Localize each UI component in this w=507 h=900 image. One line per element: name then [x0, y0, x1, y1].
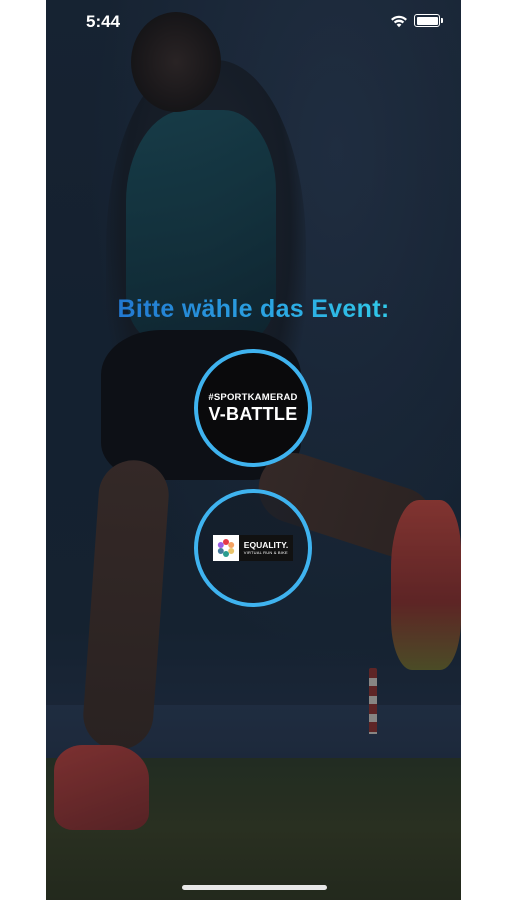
equality-logo: EQUALITY. VIRTUAL RUN & BIKE: [212, 535, 294, 561]
vbattle-logo: #SPORTKAMERAD V-BATTLE: [208, 393, 297, 424]
vbattle-tag: #SPORTKAMERAD: [208, 391, 298, 403]
vbattle-title: V-BATTLE: [208, 404, 298, 425]
wifi-icon: [391, 15, 407, 28]
event-vbattle-button[interactable]: #SPORTKAMERAD V-BATTLE: [194, 349, 312, 467]
battery-icon: [414, 14, 443, 27]
equality-wordmark: EQUALITY. VIRTUAL RUN & BIKE: [238, 535, 294, 561]
status-bar: 5:44: [46, 0, 461, 44]
home-indicator[interactable]: [182, 885, 327, 890]
status-time: 5:44: [86, 12, 121, 31]
event-equality-button[interactable]: EQUALITY. VIRTUAL RUN & BIKE: [194, 489, 312, 607]
equality-flower-icon: [212, 535, 239, 561]
equality-title: EQUALITY.: [243, 539, 289, 550]
app-screen: 5:44 Bitte wähle das Event: #SPORTKAMERA…: [46, 0, 461, 900]
page-title: Bitte wähle das Event:: [46, 295, 461, 324]
equality-subtitle: VIRTUAL RUN & BIKE: [243, 550, 288, 556]
